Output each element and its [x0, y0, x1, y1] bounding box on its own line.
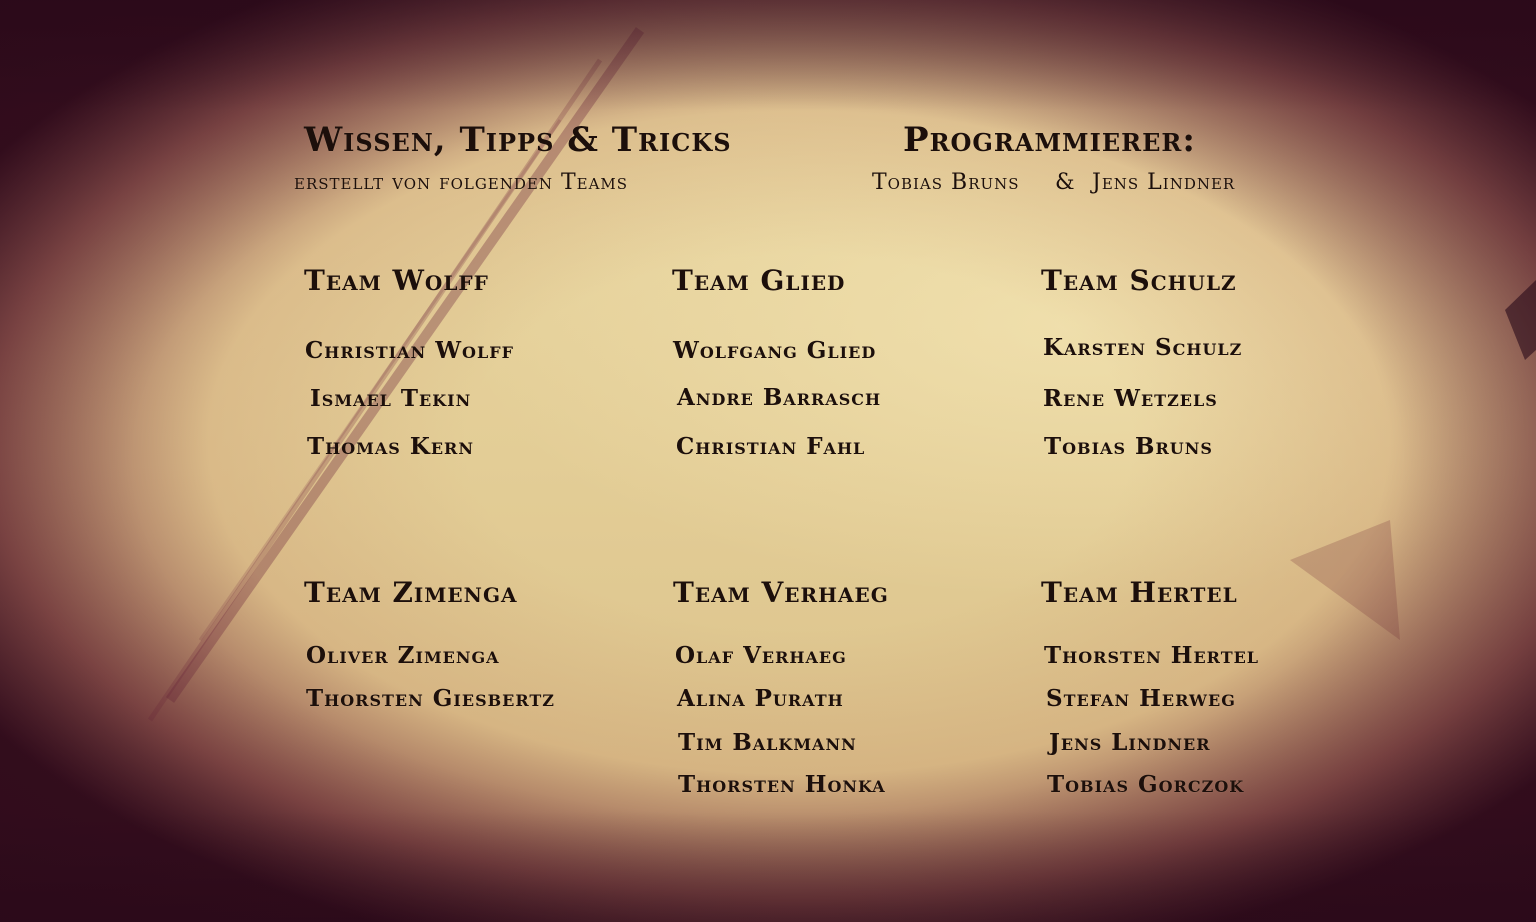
team-heading: Team Wolff: [304, 264, 489, 297]
team-member: Alina Purath: [677, 685, 844, 712]
team-member: Christian Wolff: [305, 337, 514, 364]
header-left-title: Wissen, Tipps & Tricks: [304, 120, 732, 160]
team-heading: Team Zimenga: [304, 576, 518, 609]
team-member: Tim Balkmann: [678, 729, 857, 756]
team-member: Tobias Bruns: [1044, 433, 1213, 460]
team-member: Ismael Tekin: [310, 385, 472, 412]
team-member: Rene Wetzels: [1043, 385, 1218, 412]
team-member: Oliver Zimenga: [306, 642, 500, 669]
team-heading: Team Schulz: [1041, 264, 1237, 297]
programmer-name: Jens Lindner: [1092, 170, 1236, 195]
team-member: Christian Fahl: [676, 433, 866, 460]
team-heading: Team Glied: [672, 264, 846, 297]
team-member: Thomas Kern: [307, 433, 474, 460]
team-member: Thorsten Hertel: [1044, 642, 1260, 669]
header-left-subtitle: erstellt von folgenden Teams: [294, 170, 629, 195]
team-member: Stefan Herweg: [1046, 685, 1236, 712]
team-member: Karsten Schulz: [1043, 334, 1243, 361]
programmer-name: Tobias Bruns: [872, 170, 1020, 195]
team-member: Thorsten Honka: [678, 771, 886, 798]
team-member: Andre Barrasch: [677, 384, 882, 411]
team-member: Jens Lindner: [1049, 729, 1211, 756]
programmer-separator: &: [1055, 170, 1076, 195]
team-member: Tobias Gorczok: [1047, 771, 1245, 798]
team-member: Wolfgang Glied: [673, 337, 877, 364]
team-heading: Team Hertel: [1041, 576, 1238, 609]
team-member: Olaf Verhaeg: [675, 642, 847, 669]
team-member: Thorsten Giesbertz: [306, 685, 555, 712]
header-right-title: Programmierer:: [903, 120, 1196, 160]
team-heading: Team Verhaeg: [673, 576, 889, 609]
